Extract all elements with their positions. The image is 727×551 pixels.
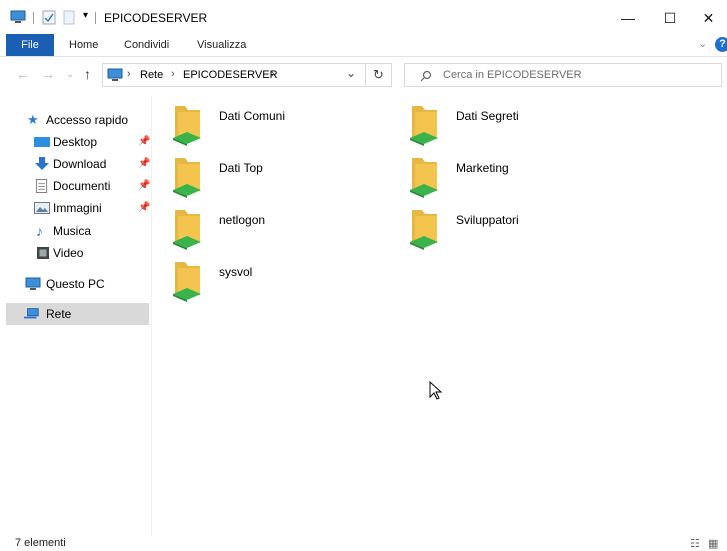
folder-name: Sviluppatori [456,213,519,227]
list-item[interactable]: Dati Top [171,154,401,204]
pin-icon: 📌 [138,180,151,191]
properties-icon[interactable] [42,10,56,25]
network-icon [24,308,39,319]
recent-locations-icon[interactable]: ⌄ [66,69,74,80]
search-input[interactable]: Cerca in EPICODESERVER [404,63,722,87]
folder-name: sysvol [219,265,253,279]
sidebar-item-label: Musica [53,224,92,238]
tab-file[interactable]: File [6,34,54,56]
desktop-icon [34,137,50,147]
breadcrumb-separator-icon: › [127,68,131,80]
folder-name: Marketing [456,161,509,175]
navigation-pane: ★ Accesso rapido Desktop 📌 Download 📌 Do… [0,96,152,536]
star-icon: ★ [27,112,39,127]
video-icon [37,247,49,259]
list-item[interactable]: Sviluppatori [408,206,638,256]
sidebar-item-label: Documenti [53,179,111,193]
ribbon-expand-icon[interactable]: ⌄ [698,37,707,50]
status-bar: 7 elementi ☷ ▦ [0,536,727,551]
list-item[interactable]: sysvol [171,258,401,308]
minimize-button[interactable]: — [605,0,651,36]
computer-icon [10,10,26,23]
breadcrumb-separator-icon: › [171,68,175,80]
address-row: ← → ⌄ ↑ › Rete › EPICODESERVER › ⌄ ↻ Cer… [0,60,727,90]
folder-name: Dati Segreti [456,109,519,123]
customize-toolbar-icon[interactable]: ▾ [83,10,88,21]
sidebar-item-network[interactable]: Rete [6,303,149,325]
address-dropdown-icon[interactable]: ⌄ [346,66,356,80]
this-pc-icon [25,277,41,290]
tab-home[interactable]: Home [69,34,98,56]
network-computer-icon [107,68,123,81]
sidebar-item-label: Questo PC [46,277,105,291]
list-item[interactable]: netlogon [171,206,401,256]
help-icon[interactable]: ? [715,37,727,52]
pin-icon: 📌 [138,136,151,147]
sidebar-item-label: Accesso rapido [46,113,129,127]
refresh-icon: ↻ [373,67,384,82]
sidebar-item-documents[interactable]: Documenti 📌 [0,175,150,197]
maximize-icon: ☐ [663,9,677,26]
sidebar-item-video[interactable]: Video [0,242,150,264]
refresh-button[interactable]: ↻ [366,63,392,87]
sidebar-item-this-pc[interactable]: Questo PC [0,273,150,295]
tab-view[interactable]: Visualizza [197,34,246,56]
breadcrumb-separator-icon: › [271,68,275,80]
breadcrumb-rete[interactable]: Rete [140,69,163,81]
sidebar-item-label: Immagini [53,201,102,215]
sidebar-item-quick-access[interactable]: ★ Accesso rapido [0,109,150,131]
sidebar-item-desktop[interactable]: Desktop 📌 [0,131,150,153]
breadcrumb-server[interactable]: EPICODESERVER [183,69,278,81]
list-item[interactable]: Marketing [408,154,638,204]
pin-icon: 📌 [138,158,151,169]
music-icon: ♪ [36,223,43,239]
sidebar-item-music[interactable]: ♪ Musica [0,220,150,242]
sidebar-item-download[interactable]: Download 📌 [0,153,150,175]
item-count: 7 elementi [15,537,66,549]
address-bar[interactable]: › Rete › EPICODESERVER › ⌄ [102,63,366,87]
sidebar-item-label: Desktop [53,135,98,149]
details-view-icon[interactable]: ☷ [690,537,700,550]
shared-folder-icon [410,210,438,250]
minimize-icon: — [621,10,635,26]
sidebar-item-label: Rete [46,307,72,321]
pictures-icon [34,202,50,214]
search-placeholder: Cerca in EPICODESERVER [443,69,582,81]
back-icon[interactable]: ← [16,66,30,82]
title-bar: ▾ EPICODESERVER — ☐ ✕ [0,0,727,36]
sidebar-item-pictures[interactable]: Immagini 📌 [0,197,150,219]
close-icon: ✕ [702,9,715,26]
forward-icon[interactable]: → [41,66,55,82]
maximize-button[interactable]: ☐ [647,0,693,36]
ribbon-tabs: File Home Condividi Visualizza ⌄ ? [0,34,727,57]
new-folder-icon[interactable] [63,10,75,25]
mouse-cursor-icon [429,381,442,400]
sidebar-item-label: Video [53,246,84,260]
pin-icon: 📌 [138,202,151,213]
close-button[interactable]: ✕ [690,0,727,36]
large-icons-view-icon[interactable]: ▦ [708,537,718,550]
folder-name: netlogon [219,213,266,227]
documents-icon [35,179,48,193]
folder-name: Dati Comuni [219,109,286,123]
search-icon [420,70,432,82]
download-icon [35,157,49,170]
shared-folder-icon [173,106,201,146]
shared-folder-icon [173,262,201,302]
shared-folder-icon [173,210,201,250]
window-title: EPICODESERVER [104,11,208,25]
sidebar-item-label: Download [53,157,107,171]
shared-folder-icon [410,158,438,198]
folder-name: Dati Top [219,161,263,175]
list-item[interactable]: Dati Comuni [171,102,401,152]
shared-folder-icon [173,158,201,198]
list-item[interactable]: Dati Segreti [408,102,638,152]
tab-share[interactable]: Condividi [124,34,169,56]
shared-folder-icon [410,106,438,146]
up-icon[interactable]: ↑ [84,66,91,82]
